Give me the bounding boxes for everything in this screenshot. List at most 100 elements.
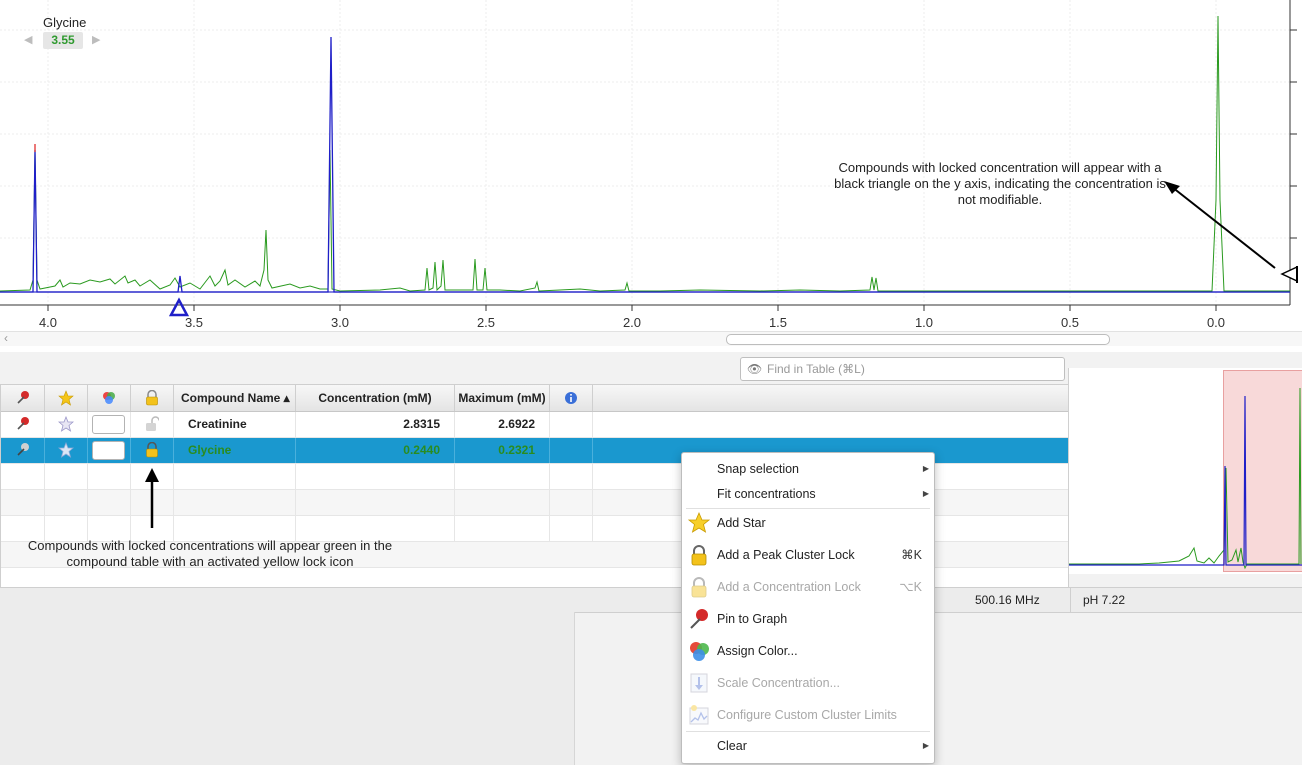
menu-item-peak-cluster-lock[interactable]: Add a Peak Cluster Lock ⌘K	[682, 540, 934, 570]
lock-icon	[146, 389, 158, 406]
menu-item-label: Add a Peak Cluster Lock	[717, 548, 855, 562]
cluster-limits-icon	[689, 705, 709, 725]
concentration-value[interactable]: 0.2440	[296, 438, 455, 463]
concentration-value[interactable]: 2.8315	[296, 412, 455, 437]
menu-item-fit-concentrations[interactable]: Fit concentrations ▶	[682, 479, 934, 509]
frequency-status: 500.16 MHz	[934, 588, 1070, 612]
menu-item-label: Fit concentrations	[717, 487, 816, 501]
x-tick-label: 3.5	[185, 315, 203, 330]
star-outline-icon	[57, 415, 75, 432]
menu-item-label: Configure Custom Cluster Limits	[717, 708, 897, 722]
concentration-header[interactable]: Concentration (mM)	[296, 385, 455, 411]
color-swatch[interactable]	[92, 441, 125, 460]
compound-name-header[interactable]: Compound Name ▴	[174, 385, 296, 411]
table-row[interactable]: Creatinine 2.8315 2.6922	[1, 412, 1068, 438]
pin-icon	[16, 417, 29, 430]
pin-column-header[interactable]	[1, 385, 45, 411]
lock-icon	[146, 441, 158, 458]
menu-item-label: Scale Concentration...	[717, 676, 840, 690]
pin-icon	[16, 443, 29, 456]
pin-icon	[16, 391, 29, 404]
maximum-value: 2.6922	[455, 412, 550, 437]
unlocked-icon	[146, 416, 160, 431]
color-swatch[interactable]	[92, 415, 125, 434]
maximum-header[interactable]: Maximum (mM)	[455, 385, 550, 411]
color-palette-icon	[690, 642, 709, 661]
pin-icon	[690, 609, 708, 629]
menu-item-clear[interactable]: Clear ▶	[682, 731, 934, 761]
scrollbar-thumb[interactable]	[726, 334, 1110, 345]
annotation-green-lock: Compounds with locked concentrations wil…	[27, 538, 393, 569]
menu-item-assign-color[interactable]: Assign Color...	[682, 636, 934, 666]
star-outline-icon	[57, 441, 75, 458]
menu-item-scale-concentration: Scale Concentration...	[682, 668, 934, 698]
y-axis-ticks	[1290, 29, 1297, 239]
table-header: Compound Name ▴ Concentration (mM) Maxim…	[1, 385, 1068, 412]
menu-item-concentration-lock: Add a Concentration Lock ⌥K	[682, 572, 934, 602]
spectrum-overview[interactable]	[1068, 368, 1302, 574]
compound-name: Creatinine	[174, 412, 296, 437]
star-icon	[688, 512, 710, 533]
x-tick-labels: 4.0 3.5 3.0 2.5 2.0 1.5 1.0 0.5 0.0	[39, 315, 1225, 330]
horizontal-scrollbar[interactable]: ‹	[0, 331, 1302, 346]
star-column-header[interactable]	[45, 385, 88, 411]
submenu-arrow-icon: ▶	[922, 489, 929, 498]
context-menu[interactable]: Snap selection ▶ Fit concentrations ▶ Ad…	[681, 452, 935, 764]
lock-column-header[interactable]	[131, 385, 174, 411]
x-tick-label: 1.0	[915, 315, 933, 330]
menu-item-label: Add Star	[717, 516, 766, 530]
annotation-arrow	[1171, 186, 1276, 269]
info-cell	[550, 412, 593, 437]
menu-shortcut: ⌥K	[899, 580, 922, 594]
spectrum-plot[interactable]: 4.0 3.5 3.0 2.5 2.0 1.5 1.0 0.5 0.0 Glyc…	[0, 0, 1302, 352]
compound-name: Glycine	[174, 438, 296, 463]
overview-trace	[1069, 387, 1302, 570]
lock-cell[interactable]	[131, 438, 174, 463]
menu-item-label: Assign Color...	[717, 644, 798, 658]
compound-value[interactable]: 3.55	[43, 32, 83, 49]
info-icon	[565, 392, 577, 404]
lock-icon	[691, 577, 707, 598]
submenu-arrow-icon: ▶	[922, 741, 929, 750]
compound-label: Glycine	[43, 15, 87, 30]
color-cell[interactable]	[88, 438, 131, 463]
x-tick-label: 0.0	[1207, 315, 1225, 330]
lock-cell[interactable]	[131, 412, 174, 437]
next-arrow-icon[interactable]: ▶	[92, 33, 100, 46]
x-axis-ticks	[47, 305, 1217, 311]
x-tick-label: 2.0	[623, 315, 641, 330]
color-palette-icon	[103, 392, 115, 404]
star-cell[interactable]	[45, 438, 88, 463]
info-cell	[550, 438, 593, 463]
menu-item-pin-to-graph[interactable]: Pin to Graph	[682, 604, 934, 634]
x-tick-label: 1.5	[769, 315, 787, 330]
lock-icon	[691, 545, 707, 566]
find-in-table-input[interactable]: 👁 Find in Table (⌘L)	[740, 357, 1065, 381]
menu-item-add-star[interactable]: Add Star	[682, 508, 934, 538]
ph-status: pH 7.22	[1070, 588, 1170, 612]
menu-item-label: Add a Concentration Lock	[717, 580, 861, 594]
maximum-value: 0.2321	[455, 438, 550, 463]
scroll-left-icon[interactable]: ‹	[4, 331, 8, 345]
annotation-lock-triangle: Compounds with locked concentration will…	[834, 160, 1166, 207]
star-icon	[58, 390, 74, 406]
scale-icon	[690, 673, 708, 693]
color-cell[interactable]	[88, 412, 131, 437]
prev-arrow-icon[interactable]: ◀	[24, 33, 32, 46]
info-column-header[interactable]	[550, 385, 593, 411]
x-tick-label: 2.5	[477, 315, 495, 330]
search-icon: 👁	[747, 362, 763, 376]
pin-cell[interactable]	[1, 412, 45, 437]
find-placeholder: Find in Table (⌘L)	[767, 362, 865, 376]
x-tick-label: 3.0	[331, 315, 349, 330]
annotation-arrow	[145, 468, 159, 528]
selection-marker	[168, 297, 190, 317]
menu-item-label: Pin to Graph	[717, 612, 788, 626]
status-bar: 500.16 MHz pH 7.22	[0, 587, 1302, 613]
x-tick-label: 0.5	[1061, 315, 1079, 330]
pin-cell[interactable]	[1, 438, 45, 463]
empty-panel	[0, 612, 575, 765]
star-cell[interactable]	[45, 412, 88, 437]
color-column-header[interactable]	[88, 385, 131, 411]
grid	[0, 0, 1290, 305]
